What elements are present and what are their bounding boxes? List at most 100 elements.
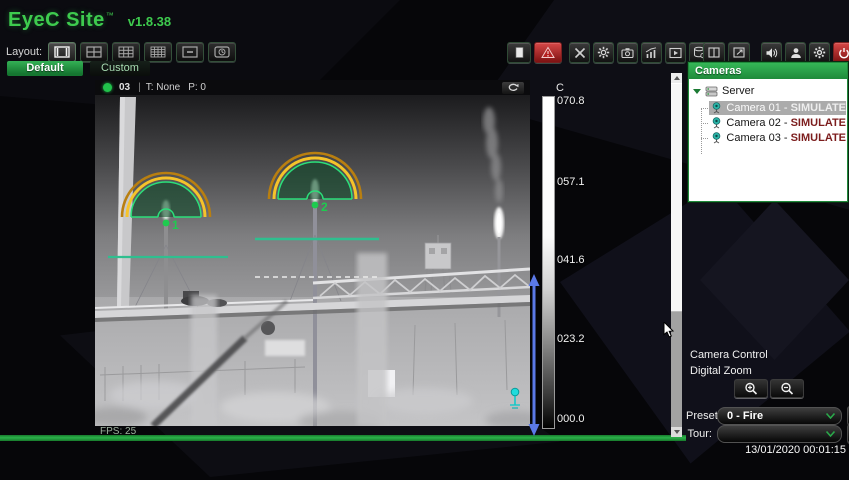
camera-cell-header: 03 | T: None P: 0 (95, 80, 530, 95)
single-row-icon (182, 46, 198, 58)
layout-single-view-button[interactable] (48, 42, 76, 62)
camera-tree: Server Camera 01 - SIMULATE (689, 79, 847, 199)
zone-1-label: 1 (172, 218, 179, 232)
audio-speaker-icon (765, 47, 778, 59)
layout-single-row-button[interactable] (176, 42, 204, 62)
zoom-out-button[interactable] (770, 379, 804, 398)
server-label: Server (722, 85, 754, 97)
layout-3x3-button[interactable] (112, 42, 140, 62)
user-button[interactable] (785, 42, 806, 63)
digital-zoom-label: Digital Zoom (690, 365, 752, 377)
temp-tick-min: 000.0 (557, 413, 591, 425)
temp-tick: 057.1 (557, 176, 591, 188)
camera-name: Camera 01 - (726, 102, 790, 114)
zoom-in-magnifier-icon (744, 382, 758, 395)
camera-settings-button[interactable] (617, 42, 638, 63)
grid-3x3-icon (118, 46, 134, 58)
preset-status: P: 0 (188, 82, 206, 93)
status-dot (103, 83, 112, 92)
single-view-icon (54, 46, 70, 58)
tree-item-camera-02[interactable]: Camera 02 - SIMULATE (689, 116, 846, 130)
event-settings-button[interactable] (593, 42, 614, 63)
background-shape (700, 200, 849, 360)
zone-center-dot (163, 220, 170, 227)
app-name: EyeC Site (8, 9, 105, 32)
temperature-range-arrow[interactable] (527, 274, 541, 436)
layout-2x2-button[interactable] (80, 42, 108, 62)
toolbar-group-alarm (507, 42, 562, 63)
scrollbar-down-button[interactable] (671, 427, 682, 437)
temp-tick-max: 070.8 (557, 95, 591, 107)
vertical-scrollbar[interactable] (671, 73, 682, 437)
app-version: v1.8.38 (128, 14, 171, 29)
resize-view-icon (733, 47, 745, 58)
tree-connector (701, 138, 708, 139)
tree-item-camera-01[interactable]: Camera 01 - SIMULATE (689, 101, 846, 115)
layout-sequence-button[interactable] (208, 42, 236, 62)
toolbar-group-tools (569, 42, 710, 63)
tree-item-server[interactable]: Server (689, 84, 846, 98)
zone-2-label: 2 (321, 200, 328, 214)
preset-dropdown[interactable]: 0 - Fire (717, 407, 842, 425)
mouse-cursor (663, 322, 675, 338)
camera-video-view[interactable]: 1 2 (95, 95, 530, 426)
tour-row: Tour: (686, 424, 849, 443)
grid-2x2-icon (86, 46, 102, 58)
sequence-clock-icon (214, 46, 230, 58)
power-icon (838, 47, 849, 59)
preset-label: Preset: (686, 410, 712, 422)
alarm-button[interactable] (534, 42, 562, 63)
tour-status: T: None (146, 82, 180, 93)
split-view-icon (708, 47, 720, 58)
snapshot-button[interactable] (507, 42, 531, 63)
event-gear-icon (597, 46, 610, 59)
camera-settings-icon (621, 47, 634, 59)
status-green-bar (0, 435, 686, 441)
resize-view-button[interactable] (728, 42, 750, 63)
statistics-button[interactable] (641, 42, 662, 63)
tour-dropdown[interactable] (717, 425, 842, 443)
statistics-icon (645, 47, 658, 59)
status-separator: | (138, 82, 141, 93)
tour-label: Tour: (686, 428, 712, 440)
expander-triangle-icon[interactable] (693, 89, 701, 94)
refresh-button[interactable] (502, 82, 524, 94)
tab-default[interactable]: Default (7, 61, 83, 76)
camera-name: Camera 02 - (726, 117, 790, 129)
temp-tick: 023.2 (557, 333, 591, 345)
tree-connector (701, 108, 708, 109)
ptz-calibration-icon (574, 47, 586, 59)
camera-node-icon (711, 117, 722, 129)
cameras-panel: Cameras Server Camera 01 - SIMULATE (688, 62, 848, 202)
cameras-panel-title: Cameras (689, 63, 847, 79)
zoom-in-button[interactable] (734, 379, 768, 398)
chevron-up-icon (674, 76, 680, 80)
thermal-image: 1 2 (95, 95, 530, 426)
tree-item-camera-03[interactable]: Camera 03 - SIMULATE (689, 131, 846, 145)
user-icon (790, 47, 802, 59)
tab-custom[interactable]: Custom (90, 61, 150, 76)
playback-button[interactable] (665, 42, 686, 63)
grid-4x4-icon (150, 46, 166, 58)
datetime-label: 13/01/2020 00:01:15 (738, 444, 846, 456)
power-button[interactable] (833, 42, 849, 63)
temp-tick: 041.6 (557, 254, 591, 266)
camera-node-icon (711, 132, 722, 144)
playback-icon (669, 47, 682, 59)
camera-id: 03 (119, 82, 130, 93)
scrollbar-up-button[interactable] (671, 73, 682, 83)
layout-4x4-button[interactable] (144, 42, 172, 62)
camera-mode: SIMULATE (791, 132, 846, 144)
settings-button[interactable] (809, 42, 830, 63)
settings-gear-icon (813, 46, 826, 59)
snapshot-icon (513, 46, 526, 59)
chevron-down-icon (674, 430, 680, 434)
alarm-triangle-icon (541, 46, 555, 59)
ptz-calibration-button[interactable] (569, 42, 590, 63)
preset-value: 0 - Fire (727, 410, 826, 422)
split-view-button[interactable] (703, 42, 725, 63)
audio-button[interactable] (761, 42, 782, 63)
temperature-gradient-bar (542, 96, 555, 429)
scrollbar-thumb[interactable] (671, 83, 682, 312)
toolbar-group-view (703, 42, 750, 63)
